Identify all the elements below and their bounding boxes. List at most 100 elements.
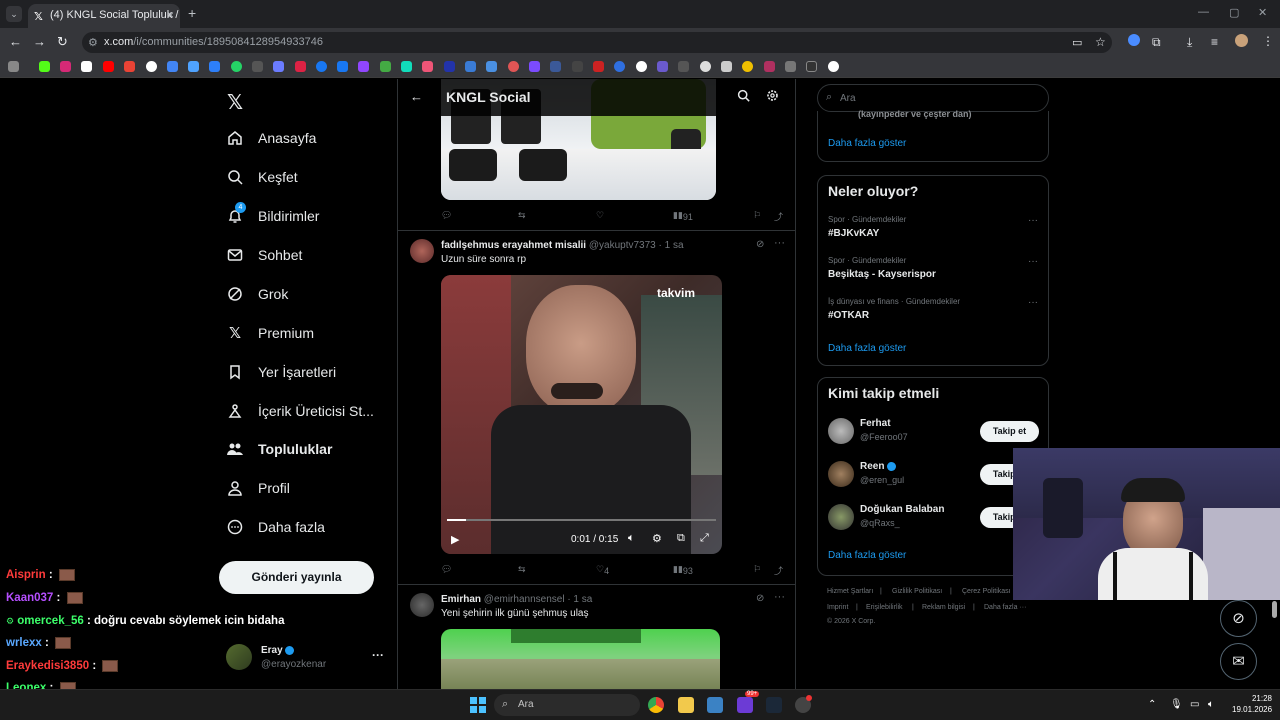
bookmark-19-icon[interactable]	[422, 61, 433, 72]
reply-icon[interactable]: 💬︎	[441, 564, 452, 575]
bookmark-icon[interactable]: ⚐	[753, 210, 761, 221]
grok-post-icon[interactable]: ⊘	[756, 593, 764, 604]
bookmark-38-icon[interactable]	[828, 61, 839, 72]
bookmark-36-icon[interactable]	[785, 61, 796, 72]
nav-more[interactable]: Daha fazla	[226, 512, 325, 542]
steam-icon[interactable]	[766, 697, 782, 713]
nav-profile[interactable]: Profil	[226, 473, 290, 503]
fullscreen-icon[interactable]: ⤢	[700, 532, 709, 545]
apps-grid-icon[interactable]	[8, 61, 19, 72]
volume-icon[interactable]: 🔈︎	[628, 532, 635, 545]
gmail-bookmark-icon[interactable]	[124, 61, 135, 72]
instagram-bookmark-icon[interactable]	[60, 61, 71, 72]
show-more-link[interactable]: Daha fazla göster	[828, 138, 906, 149]
photos-icon[interactable]	[707, 697, 723, 713]
video-player[interactable]: takvim ▶ 0:01 / 0:15 🔈︎ ⚙ ⧉ ⤢	[441, 275, 722, 554]
bookmark-13-icon[interactable]	[295, 61, 306, 72]
footer-privacy-link[interactable]: Gizlilik Politikası	[892, 588, 942, 595]
bookmark-23-icon[interactable]	[508, 61, 519, 72]
trend-more-icon[interactable]: ···	[1028, 256, 1038, 267]
obs-icon[interactable]	[795, 695, 812, 713]
settings-icon[interactable]: ⚙	[652, 532, 662, 545]
x-logo-icon[interactable]: 𝕏	[227, 90, 243, 115]
video-progress-track[interactable]	[447, 519, 716, 521]
file-explorer-icon[interactable]	[678, 697, 694, 713]
post-avatar[interactable]	[410, 593, 434, 617]
browser-menu-icon[interactable]: ⋮	[1262, 34, 1274, 48]
bookmark-33-icon[interactable]	[721, 61, 732, 72]
cast-icon[interactable]: ▭	[1072, 36, 1082, 49]
twitch-bookmark-icon[interactable]	[358, 61, 369, 72]
repost-icon[interactable]: ⇆	[518, 210, 526, 221]
like-icon[interactable]: ♡	[596, 210, 604, 221]
back-arrow-icon[interactable]: ←	[410, 89, 423, 104]
grok-post-icon[interactable]: ⊘	[756, 239, 764, 250]
post-avatar[interactable]	[410, 239, 434, 263]
trend-name[interactable]: Beşiktaş - Kayserispor	[828, 269, 936, 280]
pip-icon[interactable]: ⧉	[677, 532, 685, 545]
footer-imprint-link[interactable]: Imprint	[827, 604, 848, 611]
post-more-icon[interactable]: ···	[774, 237, 785, 249]
reload-icon[interactable]: ↻	[57, 34, 68, 50]
trend-more-icon[interactable]: ···	[1028, 297, 1038, 308]
back-icon[interactable]: ←	[9, 34, 22, 49]
suggested-user-name[interactable]: Doğukan Balaban	[860, 504, 944, 515]
play-icon[interactable]: ▶	[451, 533, 459, 546]
nav-grok[interactable]: Grok	[226, 279, 288, 309]
like-count[interactable]: ♡ 4	[596, 564, 609, 576]
account-more-icon[interactable]: ···	[372, 648, 384, 662]
views-count[interactable]: ▮▮ 91	[673, 210, 693, 222]
kick-bookmark-icon[interactable]	[39, 61, 50, 72]
tab-search-button[interactable]: ⌄	[6, 6, 22, 22]
clock[interactable]: 21:28 19.01.2026	[1232, 694, 1272, 714]
post-more-icon[interactable]: ···	[774, 591, 785, 603]
start-icon[interactable]	[470, 697, 486, 713]
settings-gear-icon[interactable]	[766, 89, 779, 105]
avatar[interactable]	[828, 418, 854, 444]
facebook-bookmark-icon[interactable]	[337, 61, 348, 72]
reading-list-icon[interactable]: ≡	[1211, 35, 1218, 49]
footer-cookie-link[interactable]: Çerez Politikası	[962, 588, 1011, 595]
bookmark-27-icon[interactable]	[593, 61, 604, 72]
grok-floating-button[interactable]: ⊘	[1220, 600, 1257, 637]
post-author[interactable]: fadılşehmus erayahmet misalii @yakuptv73…	[441, 240, 684, 251]
download-icon[interactable]: ⤓	[1187, 35, 1192, 50]
bookmark-21-icon[interactable]	[465, 61, 476, 72]
nav-communities[interactable]: Topluluklar	[226, 434, 332, 464]
follow-button[interactable]: Takip et	[980, 421, 1039, 442]
footer-accessibility-link[interactable]: Erişilebilirlik	[866, 604, 903, 611]
post-image[interactable]	[441, 629, 720, 689]
repost-icon[interactable]: ⇆	[518, 564, 526, 575]
maximize-icon[interactable]: ▢	[1229, 6, 1239, 19]
bookmark-11-icon[interactable]	[252, 61, 263, 72]
nav-bookmarks[interactable]: Yer İşaretleri	[226, 357, 336, 387]
show-more-link[interactable]: Daha fazla göster	[828, 550, 906, 561]
site-info-icon[interactable]: ⚙	[88, 36, 98, 49]
bookmark-32-icon[interactable]	[700, 61, 711, 72]
network-icon[interactable]: ▭	[1190, 699, 1199, 710]
bookmark-24-icon[interactable]	[529, 61, 540, 72]
bookmark-26-icon[interactable]	[572, 61, 583, 72]
taskbar-search[interactable]: ⌕ Ara	[494, 694, 640, 716]
trend-name[interactable]: #OTKAR	[828, 310, 869, 321]
search-icon[interactable]	[737, 89, 750, 105]
post-author[interactable]: Emirhan @emirhannsensel · 1 sa	[441, 594, 592, 605]
share-icon[interactable]: ⤴	[774, 210, 783, 223]
bookmark-34-icon[interactable]	[742, 61, 753, 72]
whatsapp-bookmark-icon[interactable]	[231, 61, 242, 72]
youtube-bookmark-icon[interactable]	[103, 61, 114, 72]
minimize-icon[interactable]: —	[1198, 6, 1209, 18]
search-input[interactable]: ⌕ Ara	[817, 84, 1049, 112]
bookmark-12-icon[interactable]	[273, 61, 284, 72]
bookmark-28-icon[interactable]	[614, 61, 625, 72]
trend-more-icon[interactable]: ···	[1028, 215, 1038, 226]
volume-icon[interactable]: 🔈︎	[1208, 699, 1214, 710]
suggested-user-name[interactable]: Reen	[860, 461, 897, 472]
footer-ads-link[interactable]: Reklam bilgisi	[922, 604, 965, 611]
nav-premium[interactable]: 𝕏 Premium	[226, 318, 314, 348]
extensions-icon[interactable]: ⧉	[1152, 35, 1161, 50]
avatar[interactable]	[828, 461, 854, 487]
views-count[interactable]: ▮▮ 93	[673, 564, 693, 576]
bookmark-29-icon[interactable]	[636, 61, 647, 72]
post-button[interactable]: Gönderi yayınla	[219, 561, 374, 594]
